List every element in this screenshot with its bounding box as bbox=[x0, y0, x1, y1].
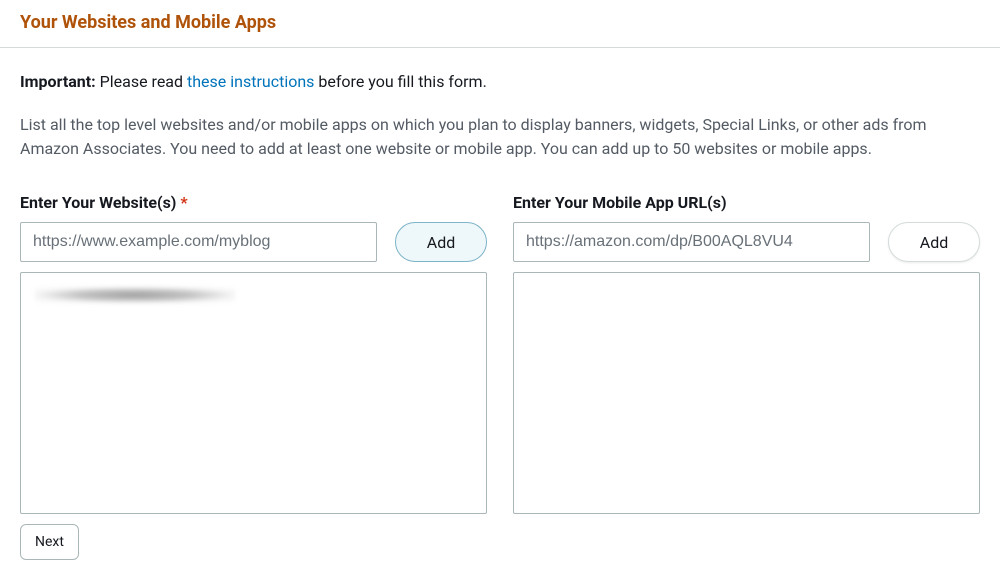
websites-label: Enter Your Website(s) * bbox=[20, 193, 487, 212]
add-website-button[interactable]: Add bbox=[395, 222, 487, 262]
apps-label-text: Enter Your Mobile App URL(s) bbox=[513, 193, 727, 212]
important-suffix: before you fill this form. bbox=[314, 72, 486, 91]
required-marker: * bbox=[180, 193, 187, 212]
website-entry-redacted bbox=[35, 287, 235, 303]
apps-column: Enter Your Mobile App URL(s) Add bbox=[513, 193, 980, 514]
important-label: Important: bbox=[20, 72, 96, 91]
instructions-link[interactable]: these instructions bbox=[187, 72, 314, 91]
important-notice: Important: Please read these instruction… bbox=[20, 72, 980, 91]
app-url-input[interactable] bbox=[513, 222, 870, 262]
apps-label: Enter Your Mobile App URL(s) bbox=[513, 193, 980, 212]
websites-label-text: Enter Your Website(s) bbox=[20, 193, 176, 212]
next-button[interactable]: Next bbox=[20, 524, 79, 560]
websites-list[interactable] bbox=[20, 272, 487, 514]
form-footer: Next bbox=[20, 514, 980, 560]
apps-list[interactable] bbox=[513, 272, 980, 514]
important-prefix: Please read bbox=[96, 72, 187, 91]
websites-column: Enter Your Website(s) * Add bbox=[20, 193, 487, 514]
add-app-button[interactable]: Add bbox=[888, 222, 980, 262]
form-description: List all the top level websites and/or m… bbox=[20, 113, 980, 161]
section-title: Your Websites and Mobile Apps bbox=[20, 12, 980, 33]
section-header: Your Websites and Mobile Apps bbox=[0, 0, 1000, 48]
website-url-input[interactable] bbox=[20, 222, 377, 262]
